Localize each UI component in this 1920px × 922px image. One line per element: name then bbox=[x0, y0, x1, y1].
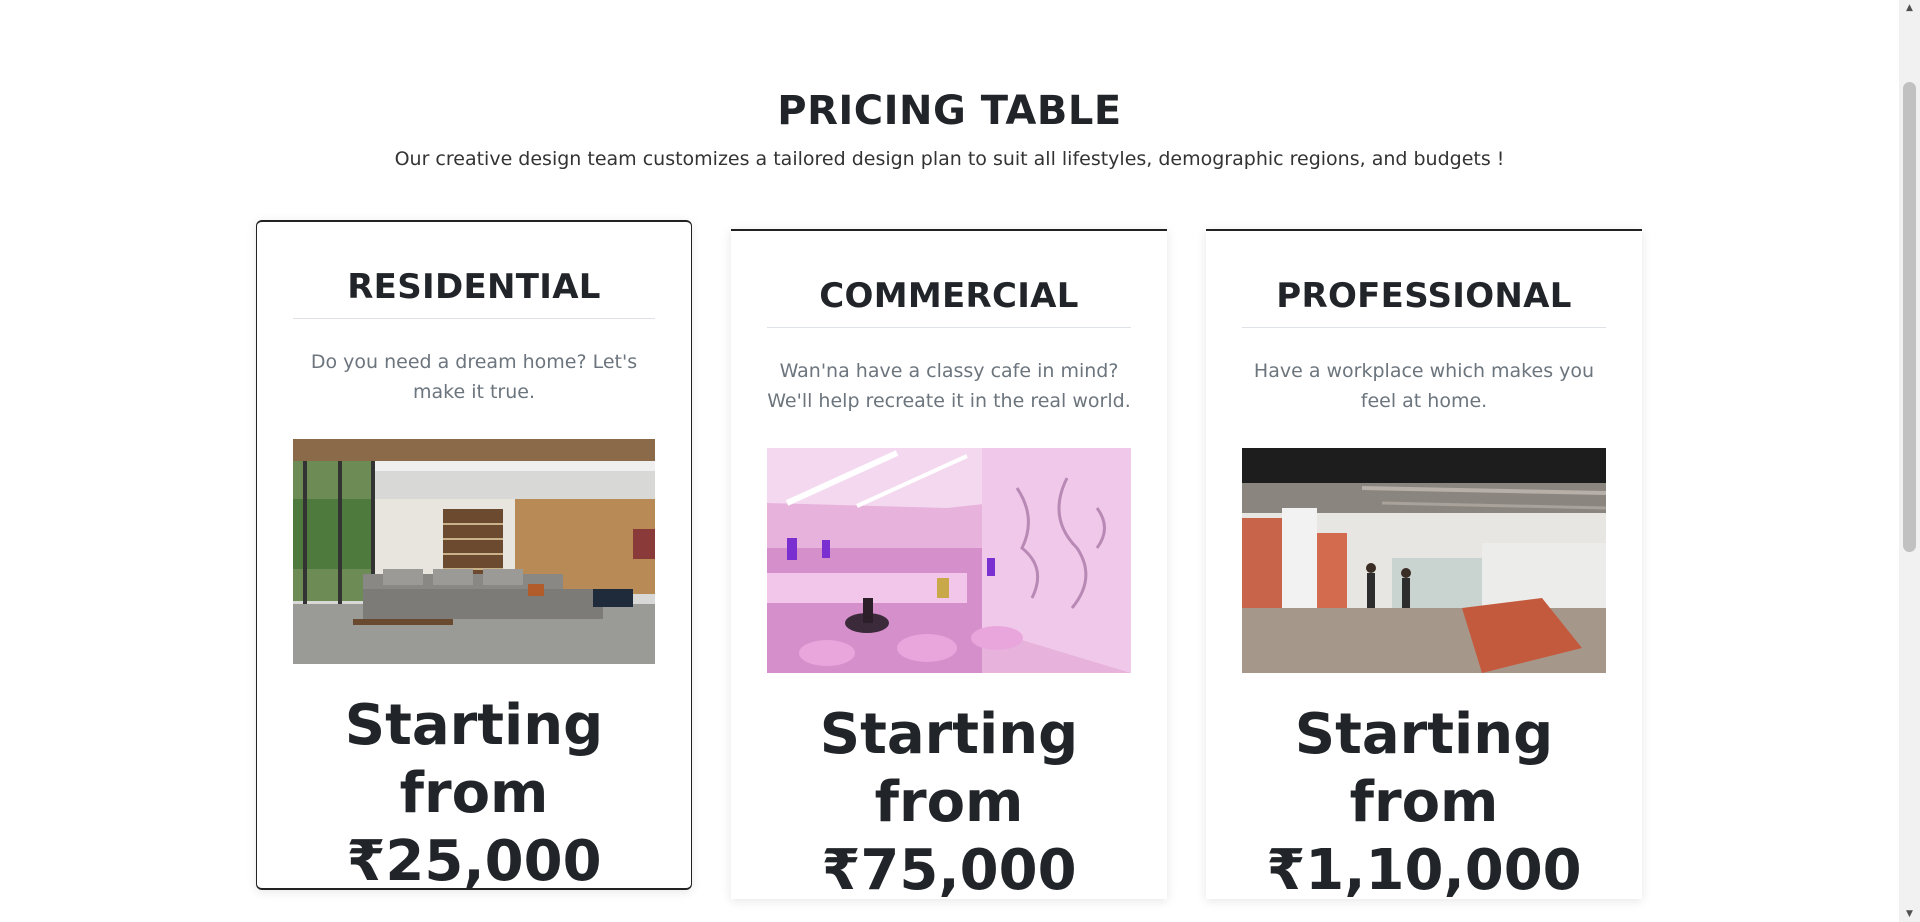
card-divider bbox=[1242, 327, 1606, 328]
card-price: Starting from ₹1,10,000 bbox=[1226, 701, 1622, 905]
price-amount: ₹25,000 bbox=[346, 829, 602, 894]
card-divider bbox=[767, 327, 1131, 328]
price-prefix: Starting from bbox=[344, 693, 604, 826]
scroll-down-icon[interactable]: ▼ bbox=[1899, 906, 1920, 922]
card-description: Do you need a dream home? Let's make it … bbox=[310, 351, 638, 403]
pricing-card-professional[interactable]: PROFESSIONAL Have a workplace which make… bbox=[1206, 229, 1642, 903]
price-amount: ₹1,10,000 bbox=[1266, 838, 1582, 903]
card-description: Wan'na have a classy cafe in mind? We'll… bbox=[767, 360, 1131, 412]
card-description: Have a workplace which makes you feel at… bbox=[1253, 360, 1595, 412]
price-amount: ₹75,000 bbox=[821, 838, 1077, 903]
vertical-scrollbar[interactable]: ▲ ▼ bbox=[1899, 0, 1920, 922]
pricing-card-residential[interactable]: RESIDENTIAL Do you need a dream home? Le… bbox=[256, 220, 692, 894]
pricing-page: PRICING TABLE Our creative design team c… bbox=[0, 0, 1899, 922]
card-title: COMMERCIAL bbox=[819, 276, 1079, 316]
card-price: Starting from ₹25,000 bbox=[277, 692, 671, 896]
cafe-image bbox=[767, 448, 1131, 673]
scrollbar-thumb[interactable] bbox=[1903, 82, 1916, 552]
card-title: RESIDENTIAL bbox=[347, 267, 601, 307]
card-divider bbox=[293, 318, 655, 319]
price-prefix: Starting from bbox=[819, 702, 1079, 835]
card-price: Starting from ₹75,000 bbox=[751, 701, 1147, 905]
pricing-card-commercial[interactable]: COMMERCIAL Wan'na have a classy cafe in … bbox=[731, 229, 1167, 903]
price-prefix: Starting from bbox=[1294, 702, 1554, 835]
page-title: PRICING TABLE bbox=[777, 88, 1122, 134]
office-image bbox=[1242, 448, 1606, 673]
card-title: PROFESSIONAL bbox=[1276, 276, 1572, 316]
scroll-up-icon[interactable]: ▲ bbox=[1899, 0, 1920, 16]
living-room-image bbox=[293, 439, 655, 664]
page-subtitle: Our creative design team customizes a ta… bbox=[394, 148, 1505, 170]
